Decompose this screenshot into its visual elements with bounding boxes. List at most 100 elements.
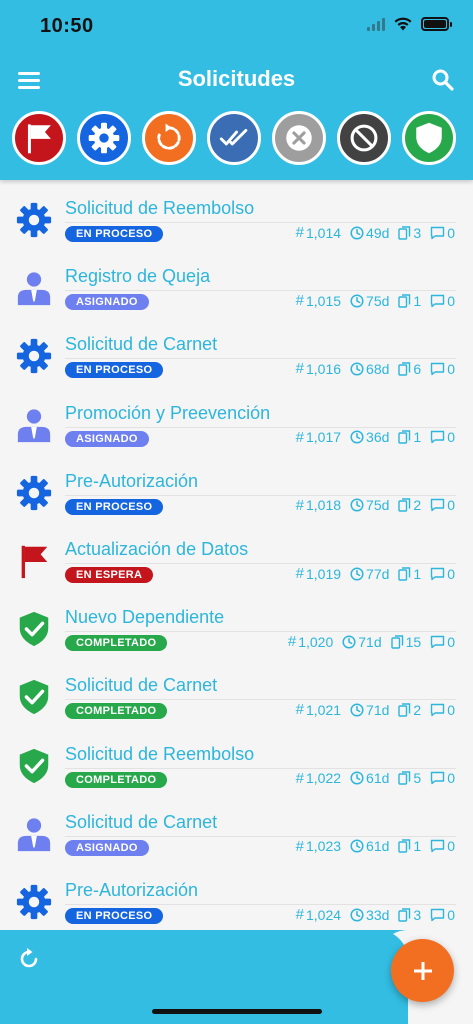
request-id: #1,015	[295, 292, 342, 310]
flag-icon	[14, 541, 54, 581]
comment-icon	[431, 703, 445, 717]
search-icon[interactable]	[429, 66, 457, 94]
request-meta: #1,023 61d 1 0	[296, 838, 455, 855]
row-divider	[65, 494, 456, 496]
request-comments: 0	[430, 225, 455, 241]
filter-button-block[interactable]	[337, 111, 391, 165]
request-age: 75d	[350, 497, 389, 513]
status-badge: ASIGNADO	[65, 294, 149, 311]
gear-icon	[87, 121, 121, 155]
request-title: Solicitud de Carnet	[65, 334, 218, 355]
request-comments: 0	[430, 838, 455, 854]
request-title: Registro de Queja	[65, 266, 211, 287]
gear-icon	[14, 336, 54, 376]
request-row[interactable]: Solicitud de Carnet ASIGNADO #1,023 61d …	[0, 794, 473, 862]
filter-button-close-circle[interactable]	[272, 111, 326, 165]
request-id: #1,022	[295, 769, 342, 787]
filter-button-shield-check[interactable]	[402, 111, 456, 165]
status-badge: ASIGNADO	[65, 430, 149, 447]
request-documents: 1	[398, 429, 421, 445]
request-documents: 1	[398, 293, 421, 309]
request-id: #1,024	[295, 906, 342, 923]
flag-icon	[22, 121, 56, 155]
request-id: #1,023	[295, 837, 342, 855]
clock-icon	[350, 771, 364, 785]
request-row[interactable]: Promoción y Preevención ASIGNADO #1,017 …	[0, 385, 473, 453]
status-badge: EN PROCESO	[65, 362, 164, 379]
request-comments: 0	[430, 634, 455, 650]
request-meta: #1,015 75d 1 0	[296, 292, 455, 309]
hash-icon: #	[295, 701, 304, 719]
filter-button-gear[interactable]	[77, 111, 131, 165]
filter-button-double-check[interactable]	[207, 111, 261, 165]
documents-icon	[398, 703, 411, 717]
gear-icon	[14, 473, 54, 513]
request-row[interactable]: Registro de Queja ASIGNADO #1,015 75d 1 …	[0, 248, 473, 316]
request-row[interactable]: Nuevo Dependiente COMPLETADO #1,020 71d …	[0, 589, 473, 657]
user-icon	[14, 268, 54, 308]
hash-icon: #	[295, 565, 304, 582]
documents-icon	[390, 634, 403, 649]
close-circle-icon	[282, 121, 316, 155]
row-divider	[65, 767, 456, 769]
request-comments: 0	[430, 566, 455, 582]
comment-icon	[431, 771, 445, 785]
request-comments: 0	[430, 907, 455, 923]
request-row[interactable]: Pre-Autorización EN PROCESO #1,024 33d 3…	[0, 862, 473, 926]
request-title: Pre-Autorización	[65, 880, 199, 900]
cellular-signal-icon	[367, 17, 385, 31]
clock-icon	[350, 566, 364, 581]
request-documents: 15	[390, 634, 421, 650]
status-badge: EN PROCESO	[65, 498, 164, 515]
clock-icon	[350, 703, 364, 717]
user-icon	[14, 814, 54, 854]
request-row[interactable]: Solicitud de Reembolso EN PROCESO #1,014…	[0, 180, 473, 248]
hash-icon: #	[295, 769, 304, 787]
comment-icon	[431, 499, 445, 512]
request-title: Solicitud de Reembolso	[65, 198, 255, 218]
hash-icon: #	[287, 633, 297, 651]
clock-icon	[350, 839, 364, 853]
request-row[interactable]: Solicitud de Reembolso COMPLETADO #1,022…	[0, 726, 473, 794]
documents-icon	[398, 566, 411, 581]
request-title: Solicitud de Reembolso	[65, 743, 255, 764]
comment-icon	[431, 635, 445, 648]
rotate-icon	[152, 121, 186, 155]
request-row[interactable]: Pre-Autorización EN PROCESO #1,018 75d 2…	[0, 453, 473, 521]
clock-icon	[350, 225, 364, 240]
refresh-icon[interactable]	[16, 946, 42, 972]
clock-icon	[350, 430, 364, 444]
request-row[interactable]: Actualización de Datos EN ESPERA #1,019 …	[0, 521, 473, 589]
gear-icon	[14, 200, 54, 240]
request-documents: 2	[398, 497, 421, 513]
request-row[interactable]: Solicitud de Carnet COMPLETADO #1,021 71…	[0, 657, 473, 725]
filter-button-flag[interactable]	[12, 111, 66, 165]
clock-icon	[342, 635, 356, 649]
status-badge: COMPLETADO	[65, 703, 168, 720]
request-documents: 1	[398, 566, 421, 582]
request-meta: #1,018 75d 2 0	[296, 497, 455, 514]
documents-icon	[398, 362, 411, 376]
row-divider	[65, 563, 456, 564]
add-request-button[interactable]	[391, 939, 454, 1002]
hash-icon: #	[295, 496, 304, 514]
request-meta: #1,020 71d 15 0	[288, 633, 455, 650]
request-row[interactable]: Solicitud de Carnet EN PROCESO #1,016 68…	[0, 316, 473, 384]
clock-icon	[350, 907, 364, 922]
request-list: Solicitud de Reembolso EN PROCESO #1,014…	[0, 180, 473, 926]
status-badge: ASIGNADO	[65, 839, 149, 856]
page-title: Solicitudes	[177, 66, 296, 91]
home-indicator	[152, 1009, 322, 1014]
request-age: 49d	[350, 225, 389, 241]
gear-icon	[14, 882, 54, 922]
filter-button-rotate[interactable]	[142, 111, 196, 165]
status-badge: EN PROCESO	[65, 908, 164, 924]
status-badge: COMPLETADO	[65, 771, 168, 788]
request-title: Solicitud de Carnet	[65, 675, 218, 696]
comment-icon	[431, 294, 445, 307]
request-age: 71d	[342, 634, 382, 650]
hash-icon: #	[295, 292, 304, 310]
request-age: 36d	[350, 429, 389, 445]
hash-icon: #	[295, 906, 304, 923]
request-age: 61d	[350, 770, 389, 786]
